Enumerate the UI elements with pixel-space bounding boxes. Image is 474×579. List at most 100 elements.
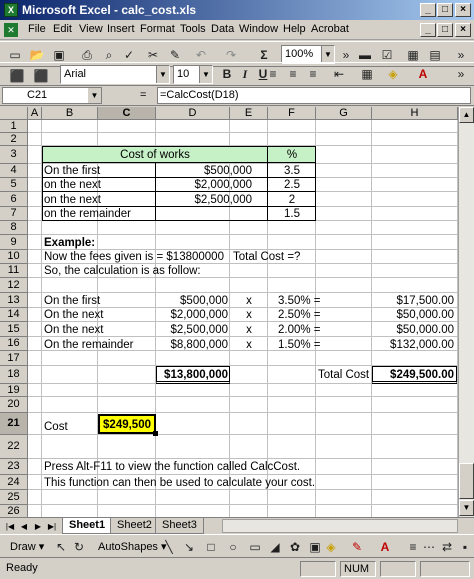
italic-button[interactable]: I [236,65,254,83]
align-right-icon[interactable]: ≡ [304,65,322,83]
menu-file[interactable]: File [28,23,46,35]
cell-h13[interactable]: $17,500.00 [372,294,454,308]
cell-h15[interactable]: $50,000.00 [372,323,454,337]
cell-f14[interactable]: 2.50% = [278,308,321,322]
cell-e13[interactable]: x [230,294,268,308]
row-header-6[interactable]: 6 [0,192,28,207]
decrease-indent-icon[interactable]: ⇤ [330,65,348,83]
row-header-15[interactable]: 15 [0,322,28,337]
row-header-23[interactable]: 23 [0,459,28,475]
free-rotate-icon[interactable]: ↻ [70,538,88,556]
cell-f6[interactable]: 2 [268,193,316,207]
row-header-16[interactable]: 16 [0,337,28,351]
cell-g18[interactable]: Total Cost [318,368,369,382]
cell-d4[interactable]: $500,000 [156,164,252,178]
oval-icon[interactable]: ○ [224,538,242,556]
toolbar-more-icon-2[interactable]: » [452,65,470,83]
row-header-18[interactable]: 18 [0,366,28,384]
cell-b15[interactable]: On the next [44,323,103,337]
formula-input[interactable]: =CalcCost(D18) [157,87,471,104]
row-header-12[interactable]: 12 [0,278,28,293]
pdf-icon[interactable]: ⬛ [8,67,26,85]
cell-b14[interactable]: On the next [44,308,103,322]
column-header-f[interactable]: F [268,107,316,120]
cell-b16[interactable]: On the remainder [44,338,134,352]
font-select[interactable]: Arial ▼ [60,65,170,84]
cell-d18[interactable]: $13,800,000 [156,368,228,382]
document-icon[interactable]: ✕ [4,23,18,37]
draw-fill-color-icon[interactable]: ◈ [322,538,340,556]
menu-insert[interactable]: Insert [107,23,135,35]
column-header-h[interactable]: H [372,107,458,120]
draw-font-color-icon[interactable]: A [376,538,394,556]
column-header-b[interactable]: B [42,107,98,120]
align-left-icon[interactable]: ≡ [264,65,282,83]
vertical-scrollbar[interactable]: ▲ ▼ [458,107,474,517]
shadow-icon[interactable]: ▪ [456,538,474,556]
next-sheet-icon[interactable]: ▶ [32,520,44,533]
cell-c21[interactable]: $249,500 [99,418,151,432]
row-header-17[interactable]: 17 [0,351,28,366]
cell-b24[interactable]: This function can then be used to calcul… [44,476,315,490]
row-header-5[interactable]: 5 [0,178,28,192]
cell-b5[interactable]: on the next [44,178,101,192]
row-header-2[interactable]: 2 [0,133,28,146]
doc-restore-button[interactable]: □ [437,23,453,37]
dash-style-icon[interactable]: ⋯ [420,538,438,556]
scroll-down-icon[interactable]: ▼ [459,500,474,516]
autoshapes-menu-button[interactable]: AutoShapes ▾ [98,540,167,553]
row-header-20[interactable]: 20 [0,397,28,413]
last-sheet-icon[interactable]: ▶| [46,520,58,533]
column-header-c[interactable]: C [98,107,156,120]
cell-b10[interactable]: Now the fees given is = $13800000 [44,250,224,264]
row-header-24[interactable]: 24 [0,475,28,490]
cell-d6[interactable]: $2,500,000 [156,193,252,207]
draw-menu-button[interactable]: Draw ▾ [10,540,44,553]
row-header-14[interactable]: 14 [0,308,28,322]
row-header-7[interactable]: 7 [0,207,28,221]
row-header-22[interactable]: 22 [0,435,28,459]
column-header-d[interactable]: D [156,107,230,120]
menu-tools[interactable]: Tools [180,23,206,35]
cell-d16[interactable]: $8,800,000 [156,338,228,352]
fill-color-icon[interactable]: ◈ [384,65,402,83]
scroll-thumb[interactable] [459,463,474,499]
tab-sheet2[interactable]: Sheet2 [110,518,159,534]
first-sheet-icon[interactable]: |◀ [4,520,16,533]
cell-b4[interactable]: On the first [44,164,100,178]
row-header-3[interactable]: 3 [0,146,28,164]
name-box[interactable]: C21 ▼ [2,87,102,104]
cell-f5[interactable]: 2.5 [268,178,316,192]
cell-e14[interactable]: x [230,308,268,322]
doc-minimize-button[interactable]: _ [420,23,436,37]
fill-handle[interactable] [153,431,158,436]
formula-equals-icon[interactable]: = [140,89,146,101]
menu-view[interactable]: View [79,23,103,35]
row-header-10[interactable]: 10 [0,250,28,264]
row-header-11[interactable]: 11 [0,264,28,278]
cell-f7[interactable]: 1.5 [268,207,316,221]
pdf-email-icon[interactable]: ⬛ [32,67,50,85]
cell-d14[interactable]: $2,000,000 [156,308,228,322]
line-icon[interactable]: ╲ [160,538,178,556]
cell-b13[interactable]: On the first [44,294,100,308]
cell-e16[interactable]: x [230,338,268,352]
row-header-19[interactable]: 19 [0,384,28,397]
cell-d15[interactable]: $2,500,000 [156,323,228,337]
row-header-8[interactable]: 8 [0,221,28,235]
cell-b11[interactable]: So, the calculation is as follow: [44,264,201,278]
spreadsheet-grid[interactable]: A B C D E F G H 1 2 3 4 5 6 7 8 9 10 11 … [0,107,458,517]
cell-b7[interactable]: on the remainder [44,207,131,221]
maximize-button[interactable]: □ [437,3,453,17]
row-header-25[interactable]: 25 [0,490,28,505]
menu-acrobat[interactable]: Acrobat [311,23,349,35]
row-header-26[interactable]: 26 [0,505,28,517]
column-header-e[interactable]: E [230,107,268,120]
line-color-icon[interactable]: ✎ [348,538,366,556]
cell-d13[interactable]: $500,000 [156,294,228,308]
cell-d5[interactable]: $2,000,000 [156,178,252,192]
bold-button[interactable]: B [218,65,236,83]
menu-help[interactable]: Help [283,23,306,35]
cell-h14[interactable]: $50,000.00 [372,308,454,322]
cell-b23[interactable]: Press Alt-F11 to view the function calle… [44,460,300,474]
